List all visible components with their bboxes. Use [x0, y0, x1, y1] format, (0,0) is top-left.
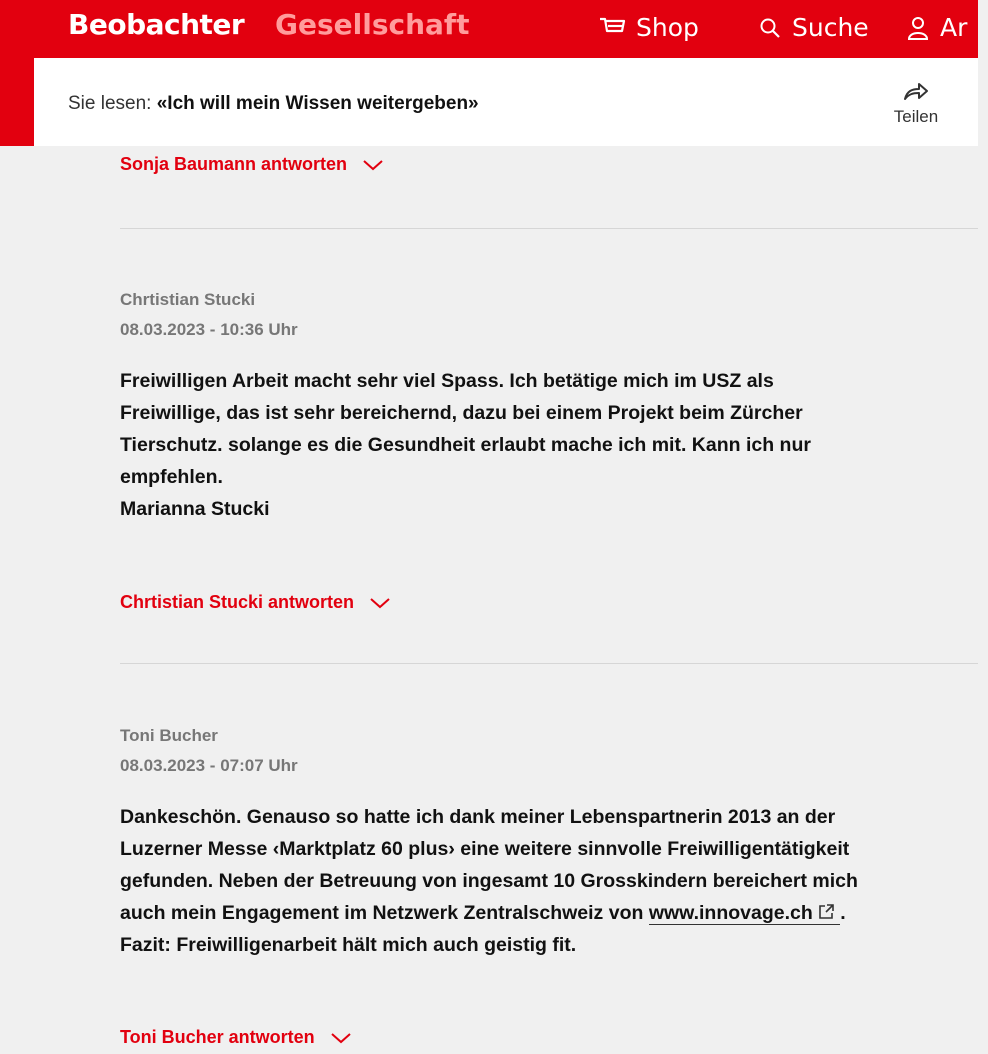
comment-line: Freiwillige, das ist sehr bereichernd, d… — [120, 402, 803, 424]
reading-prefix: Sie lesen: — [68, 93, 152, 114]
share-button[interactable]: Teilen — [886, 79, 946, 127]
chevron-down-icon — [363, 159, 383, 170]
nav-search-label: Suche — [792, 13, 869, 42]
site-header: Beobachter Gesellschaft Shop Suche Ar — [0, 0, 988, 58]
external-link-icon — [818, 904, 834, 919]
comment-line-with-link: auch mein Engagement im Netzwerk Zentral… — [120, 897, 980, 929]
comment-line: Dankeschön. Genauso so hatte ich dank me… — [120, 806, 836, 828]
comment-text: auch mein Engagement im Netzwerk Zentral… — [120, 902, 644, 924]
reply-button[interactable]: Toni Bucher antworten — [120, 1027, 353, 1048]
comment-date: 08.03.2023 - 07:07 Uhr — [120, 756, 298, 775]
comment-body: Dankeschön. Genauso so hatte ich dank me… — [120, 801, 980, 961]
comment-line: gefunden. Neben der Betreuung von ingesa… — [120, 870, 858, 892]
cart-icon — [600, 17, 626, 32]
link-text: www.innovage.ch — [648, 902, 813, 924]
comment-text: . — [840, 902, 846, 924]
share-arrow-icon — [904, 83, 928, 100]
comment-signature: Marianna Stucki — [120, 498, 270, 520]
reading-bar: Sie lesen: «Ich will mein Wissen weiterg… — [34, 58, 978, 146]
nav-account-label: Ar — [940, 13, 968, 42]
search-icon — [760, 18, 780, 38]
comment-divider — [120, 228, 978, 229]
reading-indicator: Sie lesen: «Ich will mein Wissen weiterg… — [68, 93, 479, 115]
reply-label: Chrtistian Stucki antworten — [120, 592, 355, 612]
comment-date: 08.03.2023 - 10:36 Uhr — [120, 320, 298, 339]
section-title[interactable]: Gesellschaft — [275, 8, 469, 41]
article-title[interactable]: «Ich will mein Wissen weitergeben» — [157, 93, 479, 114]
chevron-down-icon — [370, 597, 390, 608]
brand-logo[interactable]: Beobachter — [68, 8, 245, 41]
nav-search[interactable]: Suche — [758, 13, 869, 42]
reply-label: Toni Bucher antworten — [120, 1027, 315, 1047]
user-icon — [907, 16, 929, 40]
nav-shop-label: Shop — [636, 13, 699, 42]
external-link[interactable]: www.innovage.ch — [648, 902, 841, 925]
reply-button[interactable]: Chrtistian Stucki antworten — [120, 592, 392, 613]
chevron-down-icon — [331, 1032, 351, 1043]
comment-line: Tierschutz. solange es die Gesundheit er… — [120, 434, 811, 456]
comment-line: empfehlen. — [120, 466, 223, 488]
comment-body: Freiwilligen Arbeit macht sehr viel Spas… — [120, 365, 980, 525]
reply-button[interactable]: Sonja Baumann antworten — [120, 154, 385, 175]
comment-author: Chrtistian Stucki — [120, 290, 256, 309]
comment-line: Luzerner Messe ‹Marktplatz 60 plus› eine… — [120, 838, 850, 860]
comment-line: Freiwilligen Arbeit macht sehr viel Spas… — [120, 370, 774, 392]
comment-author: Toni Bucher — [120, 726, 218, 745]
nav-shop[interactable]: Shop — [598, 13, 699, 42]
reply-label: Sonja Baumann antworten — [120, 154, 348, 174]
comment-line: Fazit: Freiwilligenarbeit hält mich auch… — [120, 934, 577, 956]
nav-account[interactable]: Ar — [906, 13, 967, 42]
share-label: Teilen — [893, 107, 939, 126]
comment-divider — [120, 663, 978, 664]
header-red-edge — [0, 58, 34, 146]
